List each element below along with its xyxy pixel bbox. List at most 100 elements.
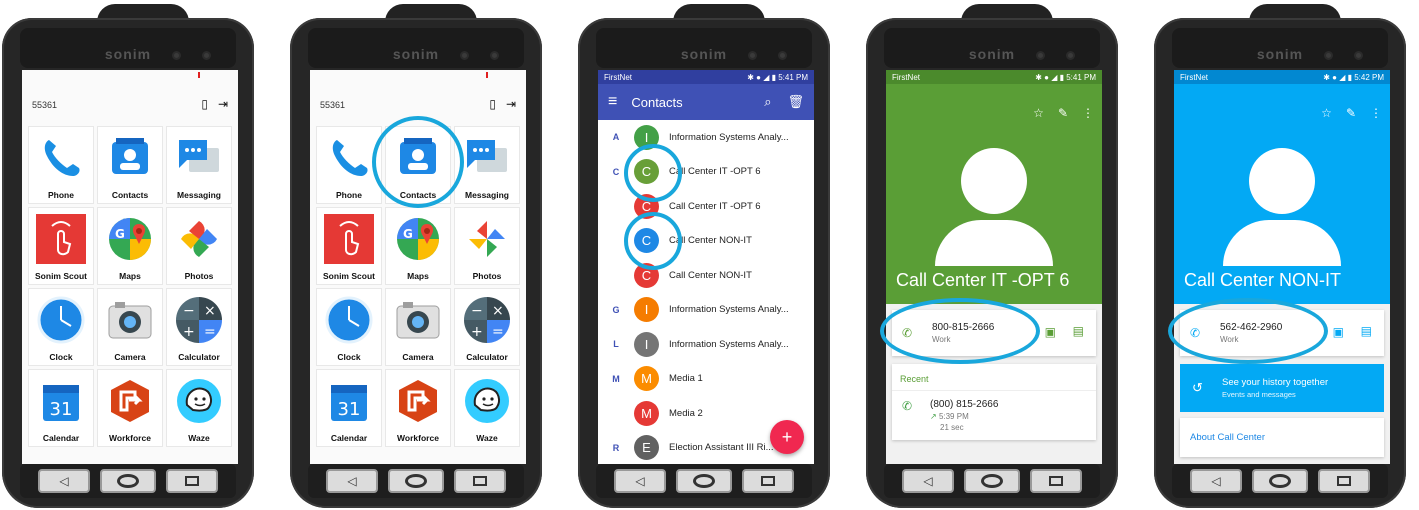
delete-icon[interactable]: 🗑 <box>787 94 804 110</box>
message-icon[interactable]: ▤ <box>1361 324 1372 338</box>
contact-row[interactable]: C Call Center NON-IT <box>598 258 814 293</box>
app-clock[interactable]: Clock <box>28 288 94 366</box>
phone-icon: ✆ <box>902 399 913 413</box>
app-label: Camera <box>114 352 146 362</box>
contact-row[interactable]: A I Information Systems Analy... <box>598 120 814 155</box>
contact-row[interactable]: M M Media 1 <box>598 362 814 397</box>
app-label: Calendar <box>42 433 80 443</box>
app-waze[interactable]: Waze <box>454 369 520 447</box>
contact-name: Call Center IT -OPT 6 <box>896 270 1070 290</box>
contact-row[interactable]: G I Information Systems Analy... <box>598 293 814 328</box>
app-contacts[interactable]: Contacts <box>97 126 163 204</box>
avatar: I <box>634 331 659 357</box>
contact-row[interactable]: L I Information Systems Analy... <box>598 327 814 362</box>
contact-name: Information Systems Analy... <box>669 304 789 316</box>
contact-name: Media 2 <box>669 407 703 419</box>
clock-icon <box>36 295 86 345</box>
back-key[interactable]: ◁ <box>1190 469 1242 493</box>
app-calculator[interactable]: − × + = Calculator <box>166 288 232 366</box>
sonim-scout-icon <box>36 214 86 264</box>
recents-key[interactable] <box>742 469 794 493</box>
svg-text:+: + <box>471 324 483 340</box>
home-key[interactable] <box>100 469 156 493</box>
carrier-label: FirstNet <box>1180 72 1208 82</box>
search-icon[interactable]: ⌕ <box>764 94 771 110</box>
contact-header: ☆ ✎ ⋮ Call Center IT -OPT 6 <box>886 84 1102 304</box>
home-key[interactable] <box>676 469 732 493</box>
app-label: Sonim Scout <box>35 271 87 281</box>
app-camera[interactable]: Camera <box>385 288 451 366</box>
app-maps[interactable]: G Maps <box>385 207 451 285</box>
recents-key[interactable] <box>1030 469 1082 493</box>
contact-name: Call Center NON-IT <box>669 269 752 281</box>
back-key[interactable]: ◁ <box>326 469 378 493</box>
exit-icon[interactable]: ⇥ <box>506 97 516 111</box>
toolbar-title: Contacts <box>631 94 683 110</box>
recents-key[interactable] <box>1318 469 1370 493</box>
app-label: Clock <box>49 352 73 362</box>
home-key[interactable] <box>388 469 444 493</box>
add-contact-button[interactable]: + <box>770 420 804 454</box>
app-sonim-scout[interactable]: Sonim Scout <box>316 207 382 285</box>
menu-icon[interactable]: ≡ <box>608 93 617 111</box>
app-label: Photos <box>184 271 214 281</box>
section-letter: G <box>612 304 620 315</box>
recents-key[interactable] <box>166 469 218 493</box>
about-link[interactable]: About Call Center <box>1180 418 1384 457</box>
app-photos[interactable]: Photos <box>166 207 232 285</box>
recent-card: Recent ✆ (800) 815-2666 ↗ 5:39 PM 21 sec <box>892 364 1096 440</box>
edit-icon[interactable]: ✎ <box>1058 106 1068 120</box>
app-label: Calculator <box>466 352 508 362</box>
contact-name: Media 1 <box>669 373 703 385</box>
recents-key[interactable] <box>454 469 506 493</box>
app-label: Sonim Scout <box>323 271 375 281</box>
contacts-toolbar: ≡ Contacts ⌕ 🗑 <box>598 84 814 120</box>
app-sonim-scout[interactable]: Sonim Scout <box>28 207 94 285</box>
video-call-icon[interactable]: ▣ <box>1333 325 1344 339</box>
edit-icon[interactable]: ✎ <box>1346 106 1356 120</box>
more-icon[interactable]: ⋮ <box>1370 106 1382 120</box>
recent-time: 5:39 PM <box>938 412 969 421</box>
avatar: I <box>634 297 659 323</box>
app-label: Workforce <box>397 433 439 443</box>
app-photos[interactable]: Photos <box>454 207 520 285</box>
sensor-icon <box>1036 51 1045 60</box>
app-label: Workforce <box>109 433 151 443</box>
app-maps[interactable]: G Maps <box>97 207 163 285</box>
contact-detail-screen: FirstNet ✱ ● ◢ ▮ 5:42 PM ☆ ✎ ⋮ Call Cent… <box>1174 70 1390 464</box>
history-card[interactable]: ↺ See your history together Events and m… <box>1180 364 1384 412</box>
star-icon[interactable]: ☆ <box>1321 106 1332 120</box>
contact-name: Call Center IT -OPT 6 <box>669 200 761 212</box>
app-waze[interactable]: Waze <box>166 369 232 447</box>
back-key[interactable]: ◁ <box>38 469 90 493</box>
section-letter: R <box>612 442 620 453</box>
app-phone[interactable]: Phone <box>28 126 94 204</box>
svg-text:G: G <box>403 227 413 241</box>
sonim-scout-icon <box>324 214 374 264</box>
brand-logo: sonim <box>968 46 1016 62</box>
phone-number-highlight-ring <box>880 298 1040 364</box>
app-calculator[interactable]: − × + = Calculator <box>454 288 520 366</box>
app-workforce[interactable]: Workforce <box>97 369 163 447</box>
app-camera[interactable]: Camera <box>97 288 163 366</box>
message-icon[interactable]: ▤ <box>1073 324 1084 338</box>
home-key[interactable] <box>964 469 1020 493</box>
app-calendar[interactable]: 31 Calendar <box>28 369 94 447</box>
app-workforce[interactable]: Workforce <box>385 369 451 447</box>
star-icon[interactable]: ☆ <box>1033 106 1044 120</box>
home-key[interactable] <box>1252 469 1308 493</box>
app-calendar[interactable]: 31 Calendar <box>316 369 382 447</box>
sim-icon[interactable]: ▯ <box>201 97 208 111</box>
video-call-icon[interactable]: ▣ <box>1045 325 1056 339</box>
app-messaging[interactable]: Messaging <box>166 126 232 204</box>
recent-call-row[interactable]: ✆ (800) 815-2666 ↗ 5:39 PM 21 sec <box>892 390 1096 440</box>
app-label: Clock <box>337 352 361 362</box>
back-key[interactable]: ◁ <box>902 469 954 493</box>
app-clock[interactable]: Clock <box>316 288 382 366</box>
back-key[interactable]: ◁ <box>614 469 666 493</box>
avatar-body <box>935 220 1053 266</box>
contact-row[interactable]: C Call Center IT -OPT 6 <box>598 189 814 224</box>
exit-icon[interactable]: ⇥ <box>218 97 228 111</box>
sim-icon[interactable]: ▯ <box>489 97 496 111</box>
more-icon[interactable]: ⋮ <box>1082 106 1094 120</box>
